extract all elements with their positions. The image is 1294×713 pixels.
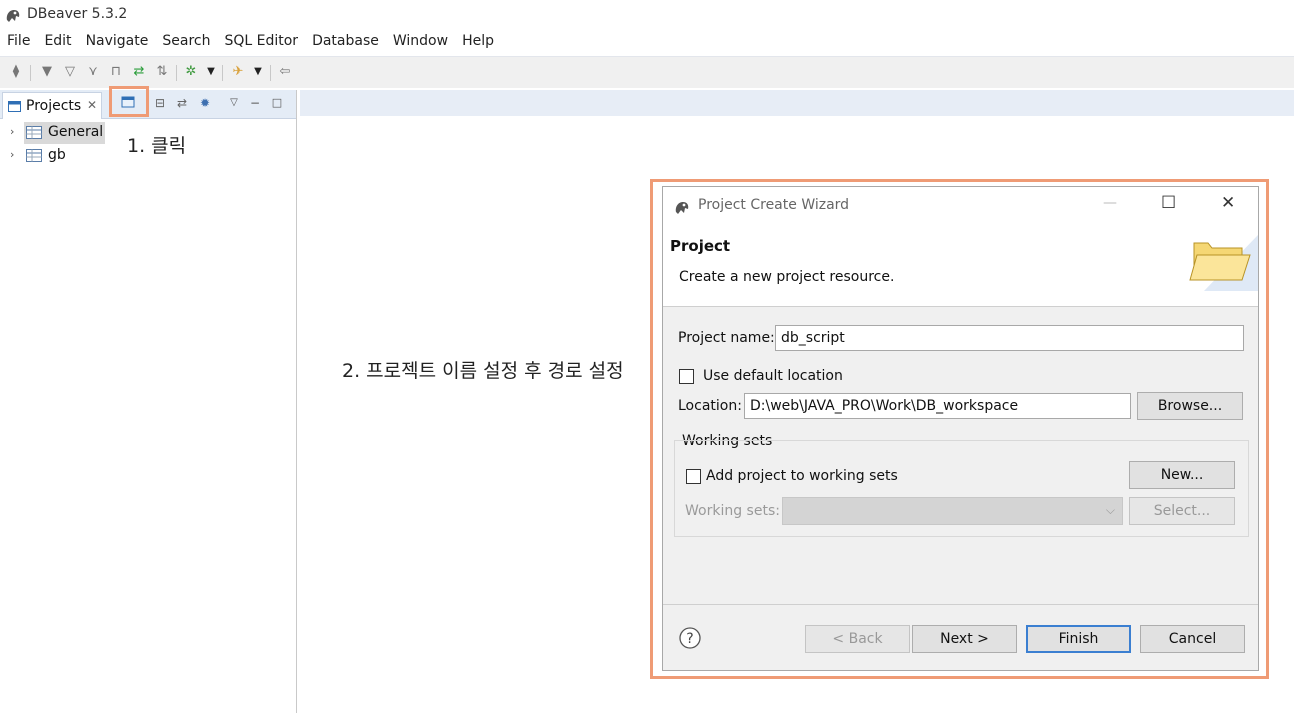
minimize-icon[interactable]: —	[1103, 195, 1117, 211]
main-toolbar: ⧫ ▼ ▽ ⋎ ⊓ ⇄ ⇅ ✲ ▼ ✈ ▼ ⇦	[0, 56, 1294, 88]
close-icon[interactable]: ✕	[87, 98, 97, 112]
working-sets-select[interactable]: ⌵	[782, 497, 1123, 525]
menu-bar: File Edit Navigate Search SQL Editor Dat…	[0, 30, 1294, 54]
annotation-step2: 2. 프로젝트 이름 설정 후 경로 설정	[342, 360, 624, 382]
toolbar-separator	[222, 65, 223, 81]
button-bar-divider	[663, 604, 1258, 605]
invalidate-icon[interactable]: ▽	[62, 64, 78, 80]
projects-icon	[8, 101, 21, 112]
select-working-sets-button[interactable]: Select...	[1129, 497, 1235, 525]
transaction-mode-icon[interactable]: ⊓	[108, 64, 124, 80]
project-icon	[26, 149, 42, 162]
add-to-working-sets-label: Add project to working sets	[706, 468, 898, 484]
cancel-button[interactable]: Cancel	[1140, 625, 1245, 653]
chevron-right-icon[interactable]: ›	[10, 148, 14, 161]
folder-icon	[1189, 235, 1258, 291]
maximize-icon[interactable]: □	[269, 95, 285, 111]
app-title: DBeaver 5.3.2	[27, 6, 128, 22]
close-icon[interactable]: ✕	[1221, 193, 1235, 213]
menu-sql-editor[interactable]: SQL Editor	[217, 30, 305, 54]
dialog-title: Project Create Wizard	[698, 197, 850, 213]
wizard-description: Create a new project resource.	[679, 269, 895, 285]
toolbar-separator	[30, 65, 31, 81]
back-button[interactable]: < Back	[805, 625, 910, 653]
maximize-icon[interactable]: ☐	[1161, 193, 1176, 213]
menu-window[interactable]: Window	[386, 30, 455, 54]
add-to-working-sets-checkbox[interactable]	[686, 469, 701, 484]
project-name-label: Project name:	[678, 330, 775, 346]
menu-help[interactable]: Help	[455, 30, 501, 54]
menu-edit[interactable]: Edit	[37, 30, 78, 54]
svg-text:?: ?	[686, 631, 693, 647]
help-icon[interactable]: ?	[679, 627, 701, 649]
working-sets-label: Working sets:	[685, 503, 780, 519]
toolbar-separator	[270, 65, 271, 81]
annotation-step1: 1. 클릭	[127, 135, 187, 157]
gear-icon[interactable]: ✹	[197, 95, 213, 111]
new-working-set-button[interactable]: New...	[1129, 461, 1235, 489]
browse-button[interactable]: Browse...	[1137, 392, 1243, 420]
highlight-box-create-project	[109, 86, 149, 117]
use-default-location-checkbox[interactable]	[679, 369, 694, 384]
menu-file[interactable]: File	[0, 30, 37, 54]
minimize-icon[interactable]: −	[247, 95, 263, 111]
wizard-header: Project Create a new project resource.	[663, 225, 1258, 307]
location-label: Location:	[678, 398, 742, 414]
disconnect-icon[interactable]: ⋎	[85, 64, 101, 80]
rollback-icon[interactable]: ⇅	[154, 64, 170, 80]
connect-icon[interactable]: ▼	[39, 64, 55, 80]
debug-icon[interactable]: ✲	[183, 64, 199, 80]
chevron-right-icon[interactable]: ›	[10, 125, 14, 138]
projects-panel: Projects ✕ ⊟ ⇄ ✹ ▽ − □ › General › gb	[0, 90, 297, 713]
projects-tab-label: Projects	[26, 98, 82, 114]
menu-navigate[interactable]: Navigate	[79, 30, 156, 54]
next-button[interactable]: Next >	[912, 625, 1017, 653]
project-icon	[26, 126, 42, 139]
chevron-down-icon[interactable]: ▼	[250, 64, 266, 80]
link-with-editor-icon[interactable]: ⇄	[174, 95, 190, 111]
chevron-down-icon[interactable]: ▼	[203, 64, 219, 80]
menu-database[interactable]: Database	[305, 30, 386, 54]
chevron-down-icon: ⌵	[1105, 503, 1115, 517]
menu-search[interactable]: Search	[155, 30, 217, 54]
dbeaver-logo-icon	[6, 10, 20, 22]
toolbar-separator	[176, 65, 177, 81]
commit-icon[interactable]: ⇄	[131, 64, 147, 80]
location-field[interactable]: D:\web\JAVA_PRO\Work\DB_workspace	[744, 393, 1131, 419]
dialog-title-bar: Project Create Wizard — ☐ ✕	[663, 187, 1258, 225]
tab-projects[interactable]: Projects ✕	[2, 92, 102, 119]
tree-item-label: gb	[48, 147, 66, 163]
project-create-wizard-dialog: Project Create Wizard — ☐ ✕ Project Crea…	[662, 186, 1259, 671]
tree-item-label: General	[48, 124, 104, 140]
view-menu-icon[interactable]: ▽	[226, 95, 242, 111]
finish-button[interactable]: Finish	[1026, 625, 1131, 653]
app-title-bar: DBeaver 5.3.2	[0, 0, 1294, 30]
project-name-field[interactable]: db_script	[775, 325, 1244, 351]
use-default-location-label: Use default location	[703, 368, 843, 384]
launch-icon[interactable]: ✈	[230, 64, 246, 80]
collapse-all-icon[interactable]: ⊟	[152, 95, 168, 111]
wizard-heading: Project	[670, 237, 731, 255]
back-navigation-icon[interactable]: ⇦	[277, 64, 293, 80]
new-connection-icon[interactable]: ⧫	[8, 64, 24, 80]
editor-tab-area	[300, 90, 1294, 116]
dbeaver-logo-icon	[675, 202, 689, 214]
